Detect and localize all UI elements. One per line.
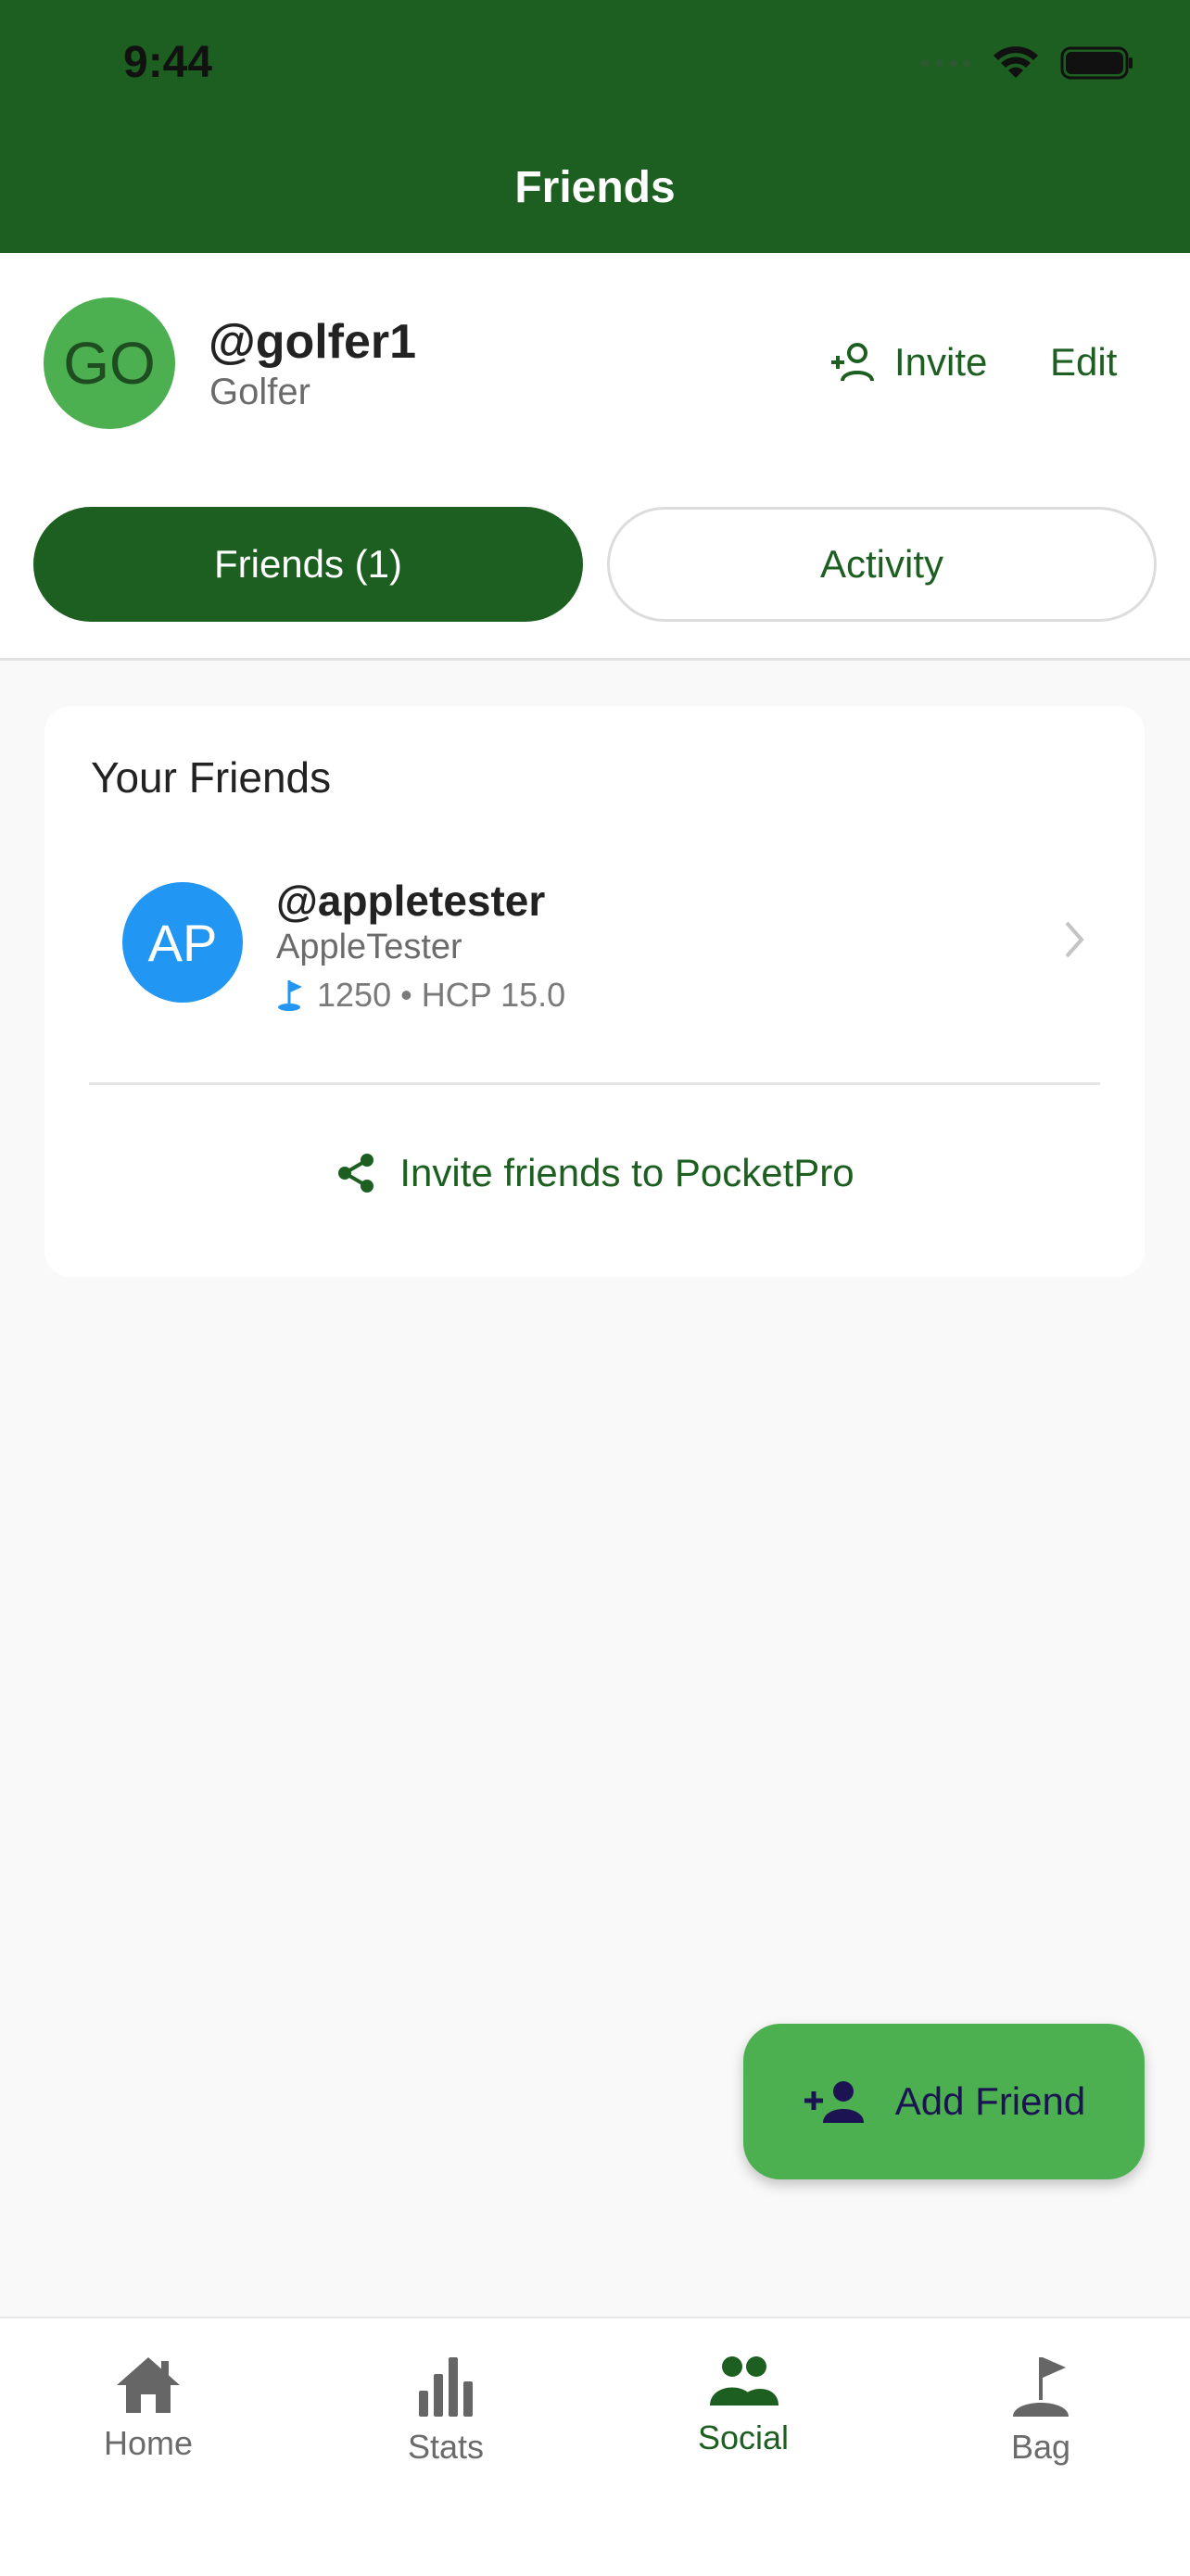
friend-avatar: AP bbox=[122, 882, 243, 1003]
profile-subtitle: Golfer bbox=[209, 372, 310, 412]
nav-social[interactable]: Social bbox=[651, 2354, 836, 2457]
nav-bag-label: Bag bbox=[1010, 2428, 1071, 2466]
bottom-nav: Home Stats Social Bag bbox=[0, 2317, 1190, 2576]
nav-stats-label: Stats bbox=[407, 2428, 485, 2466]
friend-points: 1250 bbox=[317, 976, 392, 1014]
share-icon bbox=[338, 1154, 374, 1193]
card-title: Your Friends bbox=[91, 753, 332, 802]
invite-label: Invite bbox=[894, 340, 988, 384]
add-friend-button[interactable]: Add Friend bbox=[743, 2024, 1145, 2179]
nav-stats[interactable]: Stats bbox=[353, 2354, 538, 2467]
stats-icon bbox=[419, 2357, 473, 2417]
nav-home[interactable]: Home bbox=[56, 2354, 241, 2463]
golf-flag-icon bbox=[278, 980, 302, 1011]
edit-button[interactable]: Edit bbox=[1050, 340, 1117, 385]
friend-meta: 1250 • HCP 15.0 bbox=[276, 976, 565, 1015]
battery-icon bbox=[1060, 46, 1133, 80]
nav-social-label: Social bbox=[697, 2418, 790, 2456]
meta-separator: • bbox=[400, 976, 412, 1014]
divider bbox=[89, 1082, 1100, 1085]
status-icons bbox=[921, 44, 1134, 82]
person-add-icon bbox=[831, 343, 874, 382]
tab-activity[interactable]: Activity bbox=[607, 507, 1157, 622]
invite-button[interactable]: Invite bbox=[828, 340, 987, 385]
page-title: Friends bbox=[514, 163, 676, 212]
wifi-icon bbox=[994, 46, 1038, 78]
list-item[interactable]: AP @appletester AppleTester 1250 • HCP 1… bbox=[44, 868, 1145, 1017]
tab-friends[interactable]: Friends (1) bbox=[33, 507, 583, 622]
segment-control: Friends (1) Activity bbox=[0, 473, 1190, 661]
friends-card: Your Friends AP @appletester AppleTester… bbox=[44, 706, 1145, 1277]
friend-name: AppleTester bbox=[276, 928, 462, 966]
chevron-right-icon bbox=[1065, 921, 1084, 958]
signal-icon bbox=[921, 58, 971, 68]
app-header: 9:44 Friends bbox=[0, 0, 1190, 253]
profile-handle: @golfer1 bbox=[209, 315, 417, 369]
profile-section: GO @golfer1 Golfer Invite Edit bbox=[0, 253, 1190, 475]
nav-home-label: Home bbox=[103, 2424, 194, 2462]
person-add-icon bbox=[804, 2081, 864, 2123]
social-icon bbox=[710, 2356, 779, 2406]
bag-icon bbox=[1013, 2357, 1069, 2417]
invite-friends-link[interactable]: Invite friends to PocketPro bbox=[44, 1151, 1145, 1195]
avatar[interactable]: GO bbox=[44, 297, 175, 429]
home-icon bbox=[117, 2357, 180, 2413]
status-time: 9:44 bbox=[123, 38, 213, 87]
friend-hcp: HCP 15.0 bbox=[421, 976, 566, 1014]
add-friend-label: Add Friend bbox=[894, 2079, 1086, 2123]
invite-link-label: Invite friends to PocketPro bbox=[399, 1151, 855, 1194]
nav-bag[interactable]: Bag bbox=[948, 2354, 1133, 2467]
friend-handle: @appletester bbox=[276, 877, 546, 925]
